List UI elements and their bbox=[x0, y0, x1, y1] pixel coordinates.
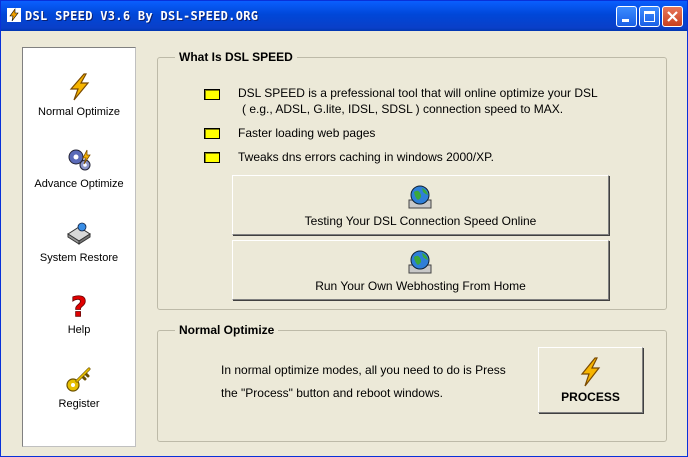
help-icon: ? bbox=[70, 290, 87, 320]
sidebar-item-label: System Restore bbox=[39, 252, 119, 264]
sidebar: Normal Optimize Advance Optimize System … bbox=[22, 47, 136, 447]
feature-text: Faster loading web pages bbox=[238, 126, 376, 140]
maximize-icon bbox=[644, 11, 655, 22]
close-icon bbox=[667, 11, 678, 22]
main-window: DSL SPEED V3.6 By DSL-SPEED.ORG Normal O… bbox=[0, 0, 688, 457]
minimize-button[interactable] bbox=[616, 6, 637, 27]
gears-icon bbox=[68, 149, 91, 171]
webhosting-label: Run Your Own Webhosting From Home bbox=[315, 279, 526, 293]
lightning-icon bbox=[69, 73, 90, 101]
process-label: PROCESS bbox=[561, 390, 620, 404]
bullet-icon bbox=[204, 152, 220, 163]
normal-optimize-heading: Normal Optimize bbox=[175, 323, 279, 337]
about-heading: What Is DSL SPEED bbox=[175, 50, 297, 64]
normal-desc-line1: In normal optimize modes, all you need t… bbox=[221, 363, 506, 377]
minimize-icon bbox=[622, 19, 629, 22]
key-icon bbox=[66, 367, 91, 392]
bullet-icon bbox=[204, 128, 220, 139]
globe-icon bbox=[408, 185, 432, 209]
title-bar[interactable]: DSL SPEED V3.6 By DSL-SPEED.ORG bbox=[1, 1, 687, 31]
app-icon bbox=[7, 8, 21, 22]
sidebar-item-normal-optimize[interactable]: Normal Optimize bbox=[23, 72, 135, 118]
test-speed-label: Testing Your DSL Connection Speed Online bbox=[304, 214, 537, 228]
sidebar-item-label: Help bbox=[67, 324, 91, 336]
normal-desc-line2: the "Process" button and reboot windows. bbox=[221, 386, 443, 400]
globe-icon bbox=[408, 250, 432, 274]
svg-text:?: ? bbox=[71, 290, 87, 320]
sidebar-item-label: Advance Optimize bbox=[34, 178, 124, 190]
sidebar-item-label: Normal Optimize bbox=[38, 106, 120, 118]
close-button[interactable] bbox=[662, 6, 683, 27]
feature-text: DSL SPEED is a prefessional tool that wi… bbox=[238, 86, 598, 100]
bullet-icon bbox=[204, 89, 220, 100]
feature-text: Tweaks dns errors caching in windows 200… bbox=[238, 150, 494, 164]
sidebar-item-system-restore[interactable]: System Restore bbox=[23, 218, 135, 264]
maximize-button[interactable] bbox=[639, 6, 660, 27]
window-title: DSL SPEED V3.6 By DSL-SPEED.ORG bbox=[25, 9, 259, 23]
lightning-icon bbox=[580, 357, 601, 387]
sidebar-item-advance-optimize[interactable]: Advance Optimize bbox=[23, 144, 135, 190]
sidebar-item-register[interactable]: Register bbox=[23, 364, 135, 410]
feature-text: ( e.g., ADSL, G.lite, IDSL, SDSL ) conne… bbox=[242, 102, 564, 116]
restore-icon bbox=[67, 222, 91, 245]
process-button[interactable]: PROCESS bbox=[538, 347, 643, 413]
sidebar-item-label: Register bbox=[58, 398, 100, 410]
test-speed-button[interactable]: Testing Your DSL Connection Speed Online bbox=[232, 175, 609, 235]
webhosting-button[interactable]: Run Your Own Webhosting From Home bbox=[232, 240, 609, 300]
sidebar-item-help[interactable]: ? Help bbox=[23, 290, 135, 336]
